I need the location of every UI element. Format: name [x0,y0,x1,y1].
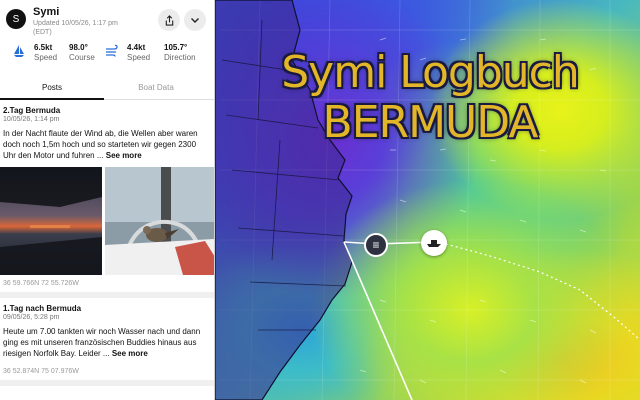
share-button[interactable] [158,9,180,31]
post-title[interactable]: 2.Tag Bermuda [0,100,214,115]
stat-label: Direction [164,53,196,62]
list-icon: ≡ [372,238,380,252]
last-updated: Updated 10/05/26, 1:17 pm (EDT) [33,20,118,36]
stat-label: Course [69,53,95,62]
side-panel: S Symi Updated 10/05/26, 1:17 pm (EDT) 6… [0,0,215,400]
post-card[interactable]: 1.Tag nach Bermuda 09/05/26, 5:28 pm Heu… [0,298,214,386]
stat-label: Speed [34,53,58,62]
stat-value: 6.5kt [34,43,53,52]
post-photos [0,167,214,275]
map-title-line-2: BERMUDA [322,97,539,148]
post-text: In der Nacht flaute der Wind ab, die Wel… [3,129,198,160]
planned-route [445,243,640,341]
boat-icon [427,240,441,247]
bird-photo-image [104,167,214,275]
post-date: 10/05/26, 1:14 pm [3,116,60,123]
post-photo-sunset[interactable] [0,167,102,275]
post-date: 09/05/26, 5:28 pm [3,314,60,321]
post-coordinates: 36 52.874N 75 07.976W [3,368,79,375]
post-photo-bird[interactable] [104,167,214,275]
boat-stats: 6.5kt Speed 98.0° Course 4.4kt Speed 105… [0,42,214,74]
post-card[interactable]: 2.Tag Bermuda 10/05/26, 1:14 pm In der N… [0,100,214,298]
post-title[interactable]: 1.Tag nach Bermuda [0,298,214,313]
panel-header: S Symi Updated 10/05/26, 1:17 pm (EDT) [0,0,214,40]
track-line-south [343,241,413,400]
share-icon [165,14,173,26]
post-text: Heute um 7.00 tankten wir noch Wasser na… [3,327,201,358]
expand-button[interactable] [184,9,206,31]
active-tab-indicator [0,98,104,100]
tab-boat-data[interactable]: Boat Data [104,83,208,92]
map-title-line-1: Symi Logbuch [281,47,580,98]
boat-position-marker[interactable] [421,230,447,256]
post-body: In der Nacht flaute der Wind ab, die Wel… [0,123,214,165]
see-more-link[interactable]: See more [112,349,148,358]
chevron-down-icon [191,18,199,23]
avatar[interactable]: S [6,9,26,29]
post-coordinates: 36 59.766N 72 55.726W [3,280,79,287]
tab-posts[interactable]: Posts [0,83,104,92]
stat-value: 4.4kt [127,43,146,52]
wind-icon [106,44,118,57]
panel-tabs: Posts Boat Data [0,80,214,100]
see-more-link[interactable]: See more [106,151,142,160]
stat-value: 105.7° [164,43,188,52]
boat-name: Symi [33,6,60,18]
stat-label: Speed [127,53,151,62]
log-entry-pin[interactable]: ≡ [364,233,388,257]
sailboat-icon [14,45,24,57]
post-body: Heute um 7.00 tankten wir noch Wasser na… [0,321,214,363]
stat-value: 98.0° [69,43,88,52]
sunset-photo-image [0,167,102,275]
